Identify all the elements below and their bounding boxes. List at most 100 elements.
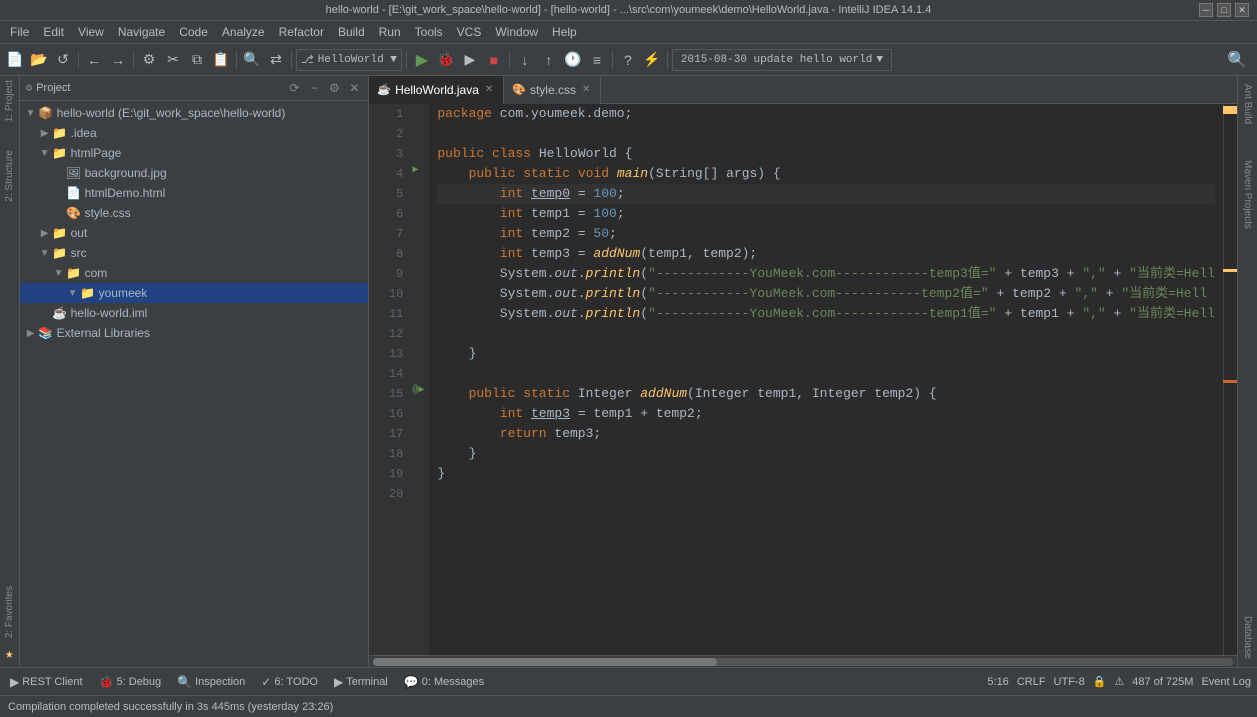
method-marker-main[interactable]: ▶ <box>412 164 418 176</box>
code-line-17: return temp3; <box>437 424 1215 444</box>
project-hide-button[interactable]: ✕ <box>346 80 362 96</box>
menu-tools[interactable]: Tools <box>409 23 449 41</box>
vcs-history-button[interactable]: 🕐 <box>562 49 584 71</box>
tree-item-src[interactable]: ▼ 📁 src <box>20 243 369 263</box>
tree-item-out[interactable]: ▶ 📁 out <box>20 223 369 243</box>
tree-item-iml[interactable]: ☕ hello-world.iml <box>20 303 369 323</box>
horizontal-scrollbar[interactable] <box>369 655 1237 667</box>
project-collapse-button[interactable]: − <box>306 80 322 96</box>
menu-analyze[interactable]: Analyze <box>216 23 271 41</box>
scrollbar-markers[interactable] <box>1223 104 1237 655</box>
menu-code[interactable]: Code <box>173 23 214 41</box>
menu-view[interactable]: View <box>72 23 110 41</box>
menu-build[interactable]: Build <box>332 23 371 41</box>
sdk-button[interactable]: ⚡ <box>641 49 663 71</box>
tool-debug[interactable]: 🐞 5: Debug <box>95 674 166 690</box>
right-tab-maven[interactable]: Maven Projects <box>1240 154 1255 235</box>
left-tab-project[interactable]: 1: Project <box>2 76 17 126</box>
event-log-label[interactable]: Event Log <box>1201 676 1251 688</box>
tool-terminal[interactable]: ▶ Terminal <box>330 674 392 690</box>
tree-label-htmlpage: htmlPage <box>71 146 122 160</box>
cut-button[interactable]: ✂ <box>162 49 184 71</box>
menu-edit[interactable]: Edit <box>37 23 70 41</box>
find-button[interactable]: 🔍 <box>241 49 263 71</box>
code-line-18: } <box>437 444 1215 464</box>
tool-messages[interactable]: 💬 0: Messages <box>400 674 488 690</box>
menu-refactor[interactable]: Refactor <box>273 23 330 41</box>
copy-button[interactable]: ⧉ <box>186 49 208 71</box>
tree-item-youmeek[interactable]: ▼ 📁 youmeek <box>20 283 369 303</box>
menu-help[interactable]: Help <box>546 23 583 41</box>
tree-item-htmldemo[interactable]: 📄 htmlDemo.html <box>20 183 369 203</box>
menu-navigate[interactable]: Navigate <box>112 23 171 41</box>
tree-item-htmlpage[interactable]: ▼ 📁 htmlPage <box>20 143 369 163</box>
tool-todo[interactable]: ✓ 6: TODO <box>257 674 322 690</box>
run-button[interactable]: ▶ <box>411 49 433 71</box>
tool-rest-client[interactable]: ▶ REST Client <box>6 674 87 690</box>
maximize-button[interactable]: □ <box>1217 3 1231 17</box>
folder-icon-idea: 📁 <box>52 125 68 141</box>
debug-button[interactable]: 🐞 <box>435 49 457 71</box>
tree-item-background[interactable]: 🖼 background.jpg <box>20 163 369 183</box>
project-settings-icon[interactable]: ⚙ <box>26 81 33 95</box>
tree-item-hello-world[interactable]: ▼ 📦 hello-world (E:\git_work_space\hello… <box>20 103 369 123</box>
new-file-button[interactable]: 📄 <box>4 49 26 71</box>
tree-item-com[interactable]: ▼ 📁 com <box>20 263 369 283</box>
menu-vcs[interactable]: VCS <box>451 23 488 41</box>
module-icon: 📦 <box>38 105 54 121</box>
menu-run[interactable]: Run <box>373 23 407 41</box>
vcs-annotate-button[interactable]: ≡ <box>586 49 608 71</box>
tree-item-style-css[interactable]: 🎨 style.css <box>20 203 369 223</box>
menu-file[interactable]: File <box>4 23 35 41</box>
settings-button[interactable]: ⚙ <box>138 49 160 71</box>
right-tab-database[interactable]: Database <box>1240 610 1255 665</box>
vcs-push-button[interactable]: ↑ <box>538 49 560 71</box>
refresh-button[interactable]: ↺ <box>52 49 74 71</box>
method-marker-addnum[interactable]: @▶ <box>412 384 424 396</box>
tree-item-idea[interactable]: ▶ 📁 .idea <box>20 123 369 143</box>
status-right-area: 5:16 CRLF UTF-8 🔒 ⚠ 487 of 725M Event Lo… <box>987 675 1251 688</box>
close-button[interactable]: ✕ <box>1235 3 1249 17</box>
tab-style[interactable]: 🎨 style.css ✕ <box>504 76 601 104</box>
code-line-5: int temp0 = 100; <box>437 184 1215 204</box>
tab-helloworld[interactable]: ☕ HelloWorld.java ✕ <box>369 76 504 104</box>
minimize-button[interactable]: ─ <box>1199 3 1213 17</box>
line-numbers: 1 2 3 4 5 6 7 8 9 10 11 12 13 14 15 16 1… <box>369 104 409 655</box>
commit-dropdown[interactable]: 2015-08-30 update hello world ▼ <box>672 49 892 71</box>
toolbar-separator-4 <box>291 51 292 69</box>
tab-icon-css: 🎨 <box>512 83 526 96</box>
code-editor[interactable]: 1 2 3 4 5 6 7 8 9 10 11 12 13 14 15 16 1… <box>369 104 1237 655</box>
right-tab-ant-build[interactable]: Ant Build <box>1240 78 1255 130</box>
help-button[interactable]: ? <box>617 49 639 71</box>
tool-inspection[interactable]: 🔍 Inspection <box>173 674 249 690</box>
vcs-update-button[interactable]: ↓ <box>514 49 536 71</box>
project-settings2-button[interactable]: ⚙ <box>326 80 342 96</box>
code-line-13: } <box>437 344 1215 364</box>
coverage-button[interactable]: ▶ <box>459 49 481 71</box>
left-tab-structure[interactable]: 2: Structure <box>2 146 17 206</box>
forward-button[interactable]: → <box>107 49 129 71</box>
tree-item-ext-libs[interactable]: ▶ 📚 External Libraries <box>20 323 369 343</box>
stop-button[interactable]: ■ <box>483 49 505 71</box>
tab-close-style[interactable]: ✕ <box>580 84 592 95</box>
replace-button[interactable]: ⇄ <box>265 49 287 71</box>
back-button[interactable]: ← <box>83 49 105 71</box>
code-line-2 <box>437 124 1215 144</box>
code-line-12 <box>437 324 1215 344</box>
tab-close-helloworld[interactable]: ✕ <box>483 84 495 95</box>
encoding-indicator[interactable]: UTF-8 <box>1054 676 1085 688</box>
line-num-5: 5 <box>369 184 403 204</box>
right-panel: Ant Build Maven Projects Database <box>1237 76 1257 667</box>
code-content[interactable]: package com.youmeek.demo; public class H… <box>429 104 1223 655</box>
folder-icon-htmlpage: 📁 <box>52 145 68 161</box>
debug-label: 5: Debug <box>117 676 162 688</box>
favorites-star-icon[interactable]: ★ <box>5 646 13 667</box>
branch-dropdown[interactable]: ⎇ HelloWorld ▼ <box>296 49 402 71</box>
paste-button[interactable]: 📋 <box>210 49 232 71</box>
global-search-icon[interactable]: 🔍 <box>1221 48 1253 72</box>
project-sync-button[interactable]: ⟳ <box>286 80 302 96</box>
crlf-indicator[interactable]: CRLF <box>1017 676 1046 688</box>
left-tab-favorites[interactable]: 2: Favorites <box>2 582 17 642</box>
open-button[interactable]: 📂 <box>28 49 50 71</box>
menu-window[interactable]: Window <box>489 23 544 41</box>
